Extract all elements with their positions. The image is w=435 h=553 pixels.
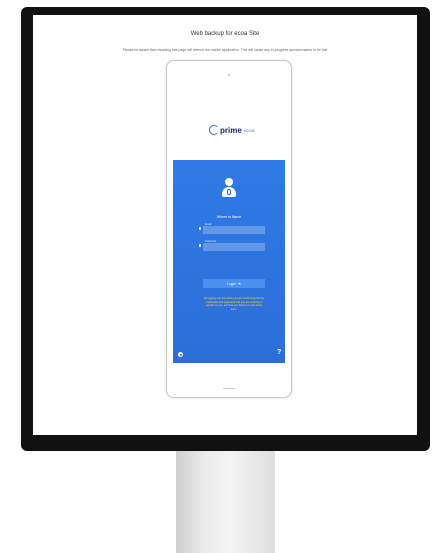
welcome-text: Where to Name — [216, 215, 242, 219]
logo-mark-icon — [209, 125, 219, 135]
home-indicator — [223, 388, 235, 389]
monitor-screen: Web backup for ecoa Site Please be aware… — [33, 15, 417, 435]
user-icon — [222, 178, 236, 198]
app-logo: prime eCOA — [209, 123, 255, 137]
password-field[interactable]: Password — [199, 240, 265, 251]
help-icon[interactable]: ? — [277, 349, 281, 356]
email-icon — [199, 227, 201, 230]
logo-text: prime — [220, 125, 242, 135]
tablet-camera — [228, 74, 230, 76]
settings-icon[interactable] — [178, 352, 183, 357]
password-input[interactable] — [203, 243, 265, 251]
email-input[interactable] — [203, 226, 265, 234]
login-label: Login — [227, 281, 236, 286]
login-button[interactable]: Login ➜ — [203, 279, 265, 288]
arrow-right-icon: ➜ — [237, 281, 241, 286]
login-panel: Where to Name Email Password Login ➜ By … — [173, 160, 285, 363]
logo-subtext: eCOA — [243, 127, 255, 133]
login-disclaimer: By logging into this tablet you are conf… — [203, 297, 265, 311]
lock-icon — [199, 244, 201, 247]
email-field[interactable]: Email — [199, 223, 265, 234]
app-screen: prime eCOA Where to Name Email Password … — [173, 85, 285, 383]
reload-warning: Please be aware that reloading this page… — [122, 48, 328, 52]
tablet-frame: prime eCOA Where to Name Email Password … — [166, 60, 292, 398]
monitor: Web backup for ecoa Site Please be aware… — [21, 7, 430, 451]
monitor-stand — [176, 451, 275, 553]
page-title: Web backup for ecoa Site — [190, 31, 260, 37]
